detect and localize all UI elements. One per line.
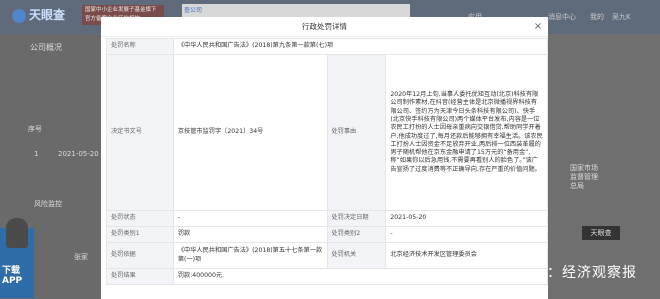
authority-cell: 国家市场监督管理总局 [570, 164, 598, 190]
table-row: 处罚结果 罚款:400000元. [106, 268, 549, 285]
site-logo[interactable]: 天眼查 [12, 6, 65, 23]
label-penalty-authority: 处罚机关 [326, 242, 387, 269]
value-decision-number: 京技管市监罚字〔2021〕34号 [172, 54, 328, 211]
promo-person-image [6, 218, 28, 248]
penalty-detail-modal: 行政处罚详情 × 处罚名称 《中华人民共和国广告法》(2018)第九条第一款第(… [101, 17, 549, 299]
value-penalty-name: 《中华人民共和国广告法》(2018)第九条第一款第(七)项 [172, 38, 549, 55]
close-icon[interactable]: × [531, 20, 545, 34]
label-decision-date: 处罚决定日期 [326, 210, 387, 227]
promo-text: 下载APP [2, 266, 23, 286]
label-penalty-name: 处罚名称 [106, 38, 174, 55]
value-penalty-status: - [172, 210, 328, 227]
label-penalty-result: 处罚结果 [106, 268, 174, 285]
label-penalty-basis: 处罚依据 [106, 242, 174, 269]
nav-item-messages[interactable]: 消息中心 [548, 12, 576, 22]
section-overview: 公司概况 [30, 43, 62, 52]
row-date: 2021-05-20 [58, 150, 99, 158]
column-index: 序号 [28, 125, 42, 133]
table-row: 处罚类别1 罚款 处罚类别2 - [106, 226, 548, 243]
value-decision-date: 2021-05-20 [385, 210, 548, 227]
search-tab[interactable]: 查公司 [184, 5, 202, 14]
row-index: 1 [34, 150, 39, 158]
table-row: 决定书文号 京技管市监罚字〔2021〕34号 处罚事由 2020年12月上旬,当… [106, 54, 548, 211]
nav-item-mine[interactable]: 我的 [590, 12, 604, 22]
page: 天眼查 国家中小企业发展子基金旗下 官方备案企业征信机构 查公司 应用 消息中心… [0, 0, 660, 299]
label-category-1: 处罚类别1 [106, 226, 174, 243]
penalty-detail-table: 处罚名称 《中华人民共和国广告法》(2018)第九条第一款第(七)项 决定书文号… [106, 38, 549, 285]
label-penalty-reason: 处罚事由 [326, 54, 387, 211]
person-name: 张家 [74, 253, 88, 261]
table-row: 处罚依据 《中华人民共和国广告法》(2018)第五十七条第一款第(一)项 处罚机… [106, 242, 548, 269]
nav-item-user[interactable]: 吴九K [612, 12, 631, 22]
value-penalty-reason: 2020年12月上旬,当事人委托优矩互动(北京)科技有限公司制作素材,在抖音(经… [385, 54, 548, 211]
tianyancha-badge: 天眼查 [582, 226, 620, 240]
eye-logo-icon [12, 8, 26, 23]
section-risk: 风险监控 [34, 200, 62, 208]
value-penalty-result: 罚款:400000元. [172, 268, 549, 285]
label-category-2: 处罚类别2 [326, 226, 387, 243]
label-decision-number: 决定书文号 [106, 54, 174, 211]
value-penalty-authority: 北京经济技术开发区管理委员会 [385, 242, 548, 269]
value-category-2: - [385, 226, 548, 243]
value-penalty-basis: 《中华人民共和国广告法》(2018)第五十七条第一款第(一)项 [172, 242, 328, 269]
logo-text: 天眼查 [29, 8, 66, 22]
value-category-1: 罚款 [172, 226, 328, 243]
background-right-content: 国家市场监督管理总局 [548, 34, 660, 299]
modal-title: 行政处罚详情 [101, 17, 548, 37]
table-row: 处罚状态 - 处罚决定日期 2021-05-20 [106, 210, 548, 227]
table-row: 处罚名称 《中华人民共和国广告法》(2018)第九条第一款第(七)项 [106, 38, 549, 55]
label-penalty-status: 处罚状态 [106, 210, 174, 227]
